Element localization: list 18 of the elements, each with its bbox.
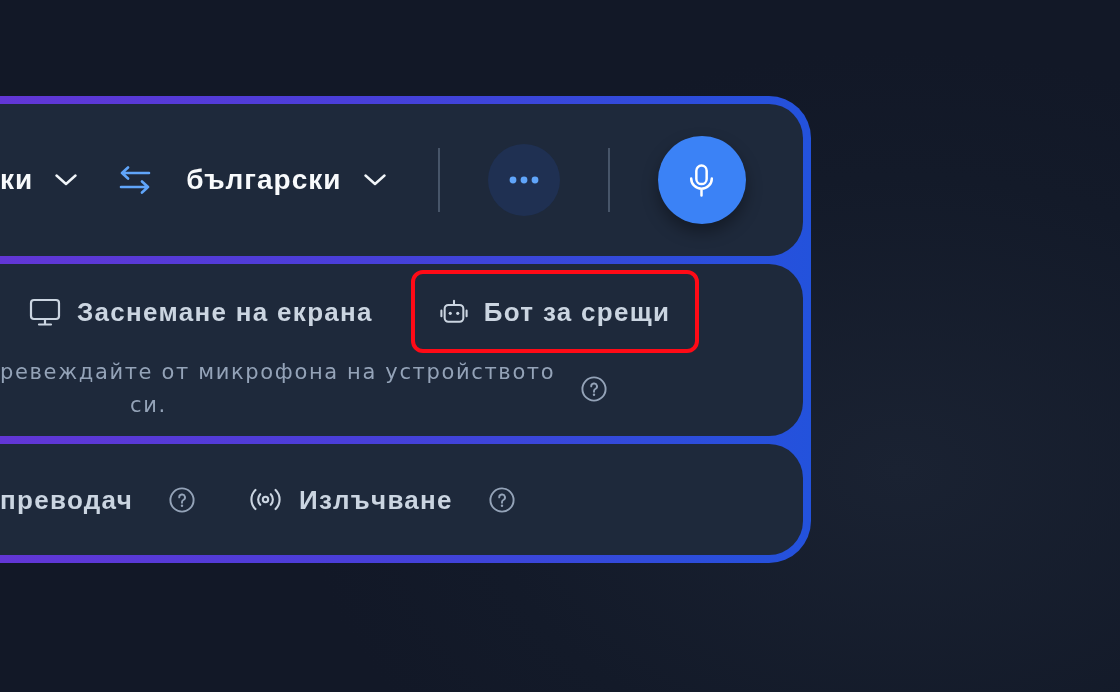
mode-tab[interactable]: Заснемане на екрана xyxy=(0,270,402,353)
feature-option[interactable]: преводач xyxy=(0,483,134,516)
feature-option[interactable]: Излъчване xyxy=(249,483,453,516)
help-icon[interactable] xyxy=(581,376,607,402)
help-icon[interactable] xyxy=(488,486,515,513)
target-language-select[interactable]: български xyxy=(186,163,386,197)
chevron-down-icon xyxy=(55,174,78,186)
microphone-icon xyxy=(689,163,714,197)
chevron-down-icon xyxy=(363,174,386,186)
robot-icon xyxy=(439,299,468,324)
mode-tab[interactable]: Бот за срещи xyxy=(410,270,700,353)
monitor-icon xyxy=(29,297,61,326)
swap-arrows-icon[interactable] xyxy=(119,166,152,194)
ellipsis-icon xyxy=(508,176,539,184)
mode-description: ревеждайте от микрофона на устройството си. xyxy=(0,359,557,419)
source-language-select[interactable]: ки xyxy=(0,163,78,197)
broadcast-icon xyxy=(249,488,283,511)
help-icon[interactable] xyxy=(169,486,196,513)
